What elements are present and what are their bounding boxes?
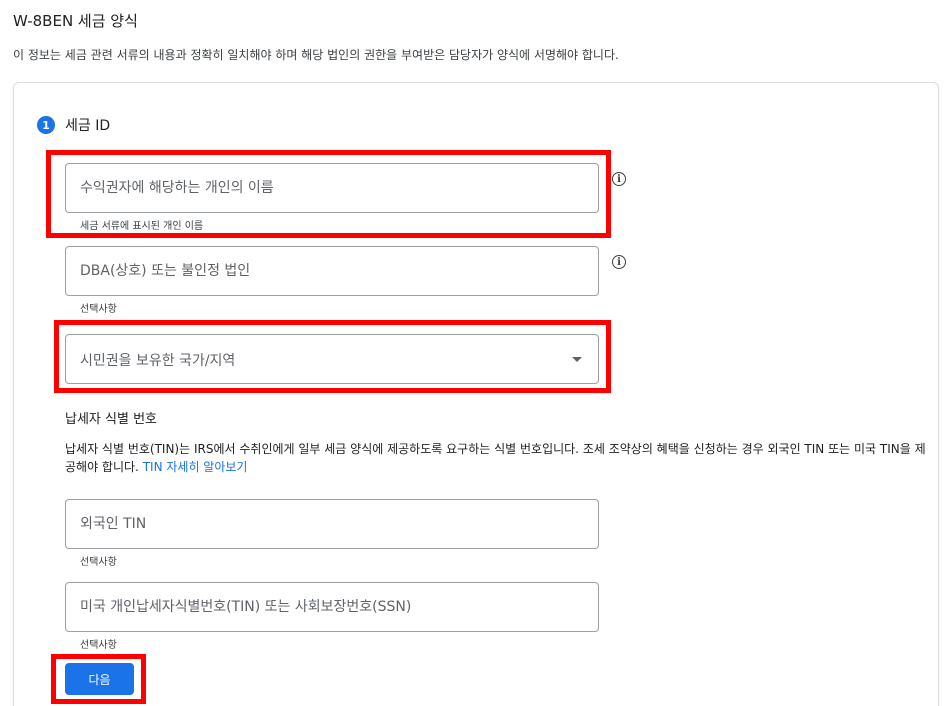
w8ben-form-page: W-8BEN 세금 양식 이 정보는 세금 관련 서류의 내용과 정확히 일치해… xyxy=(0,0,952,706)
foreign-tin-input[interactable] xyxy=(66,500,598,548)
dba-name-input[interactable] xyxy=(66,247,598,295)
step-title: 세금 ID xyxy=(65,118,111,134)
page-title: W-8BEN 세금 양식 xyxy=(13,12,138,30)
us-tin-field[interactable] xyxy=(65,582,599,632)
foreign-tin-helper: 선택사항 xyxy=(80,557,117,568)
beneficiary-name-helper: 세금 서류에 표시된 개인 이름 xyxy=(80,221,204,232)
tin-learn-more-link[interactable]: TIN 자세히 알아보기 xyxy=(143,460,248,474)
beneficiary-name-input[interactable] xyxy=(66,164,598,212)
us-tin-helper: 선택사항 xyxy=(80,640,117,651)
citizenship-country-select[interactable]: 시민권을 보유한 국가/지역 xyxy=(65,334,599,384)
dba-name-helper: 선택사항 xyxy=(80,304,117,315)
info-icon[interactable]: i xyxy=(612,255,626,269)
beneficiary-name-field[interactable] xyxy=(65,163,599,213)
step-number-badge: 1 xyxy=(37,116,55,134)
dba-name-field[interactable] xyxy=(65,246,599,296)
us-tin-input[interactable] xyxy=(66,583,598,631)
step-header: 1 세금 ID xyxy=(37,115,110,135)
foreign-tin-field[interactable] xyxy=(65,499,599,549)
caret-down-icon xyxy=(572,357,582,362)
info-icon[interactable]: i xyxy=(612,172,626,186)
citizenship-country-selected: 시민권을 보유한 국가/지역 xyxy=(80,353,236,369)
tin-section-title: 납세자 식별 번호 xyxy=(65,412,157,427)
page-description: 이 정보는 세금 관련 서류의 내용과 정확히 일치해야 하며 해당 법인의 권… xyxy=(13,48,619,62)
next-button[interactable]: 다음 xyxy=(65,663,134,695)
tin-section-description: 납세자 식별 번호(TIN)는 IRS에서 수취인에게 일부 세금 양식에 제공… xyxy=(65,440,935,476)
